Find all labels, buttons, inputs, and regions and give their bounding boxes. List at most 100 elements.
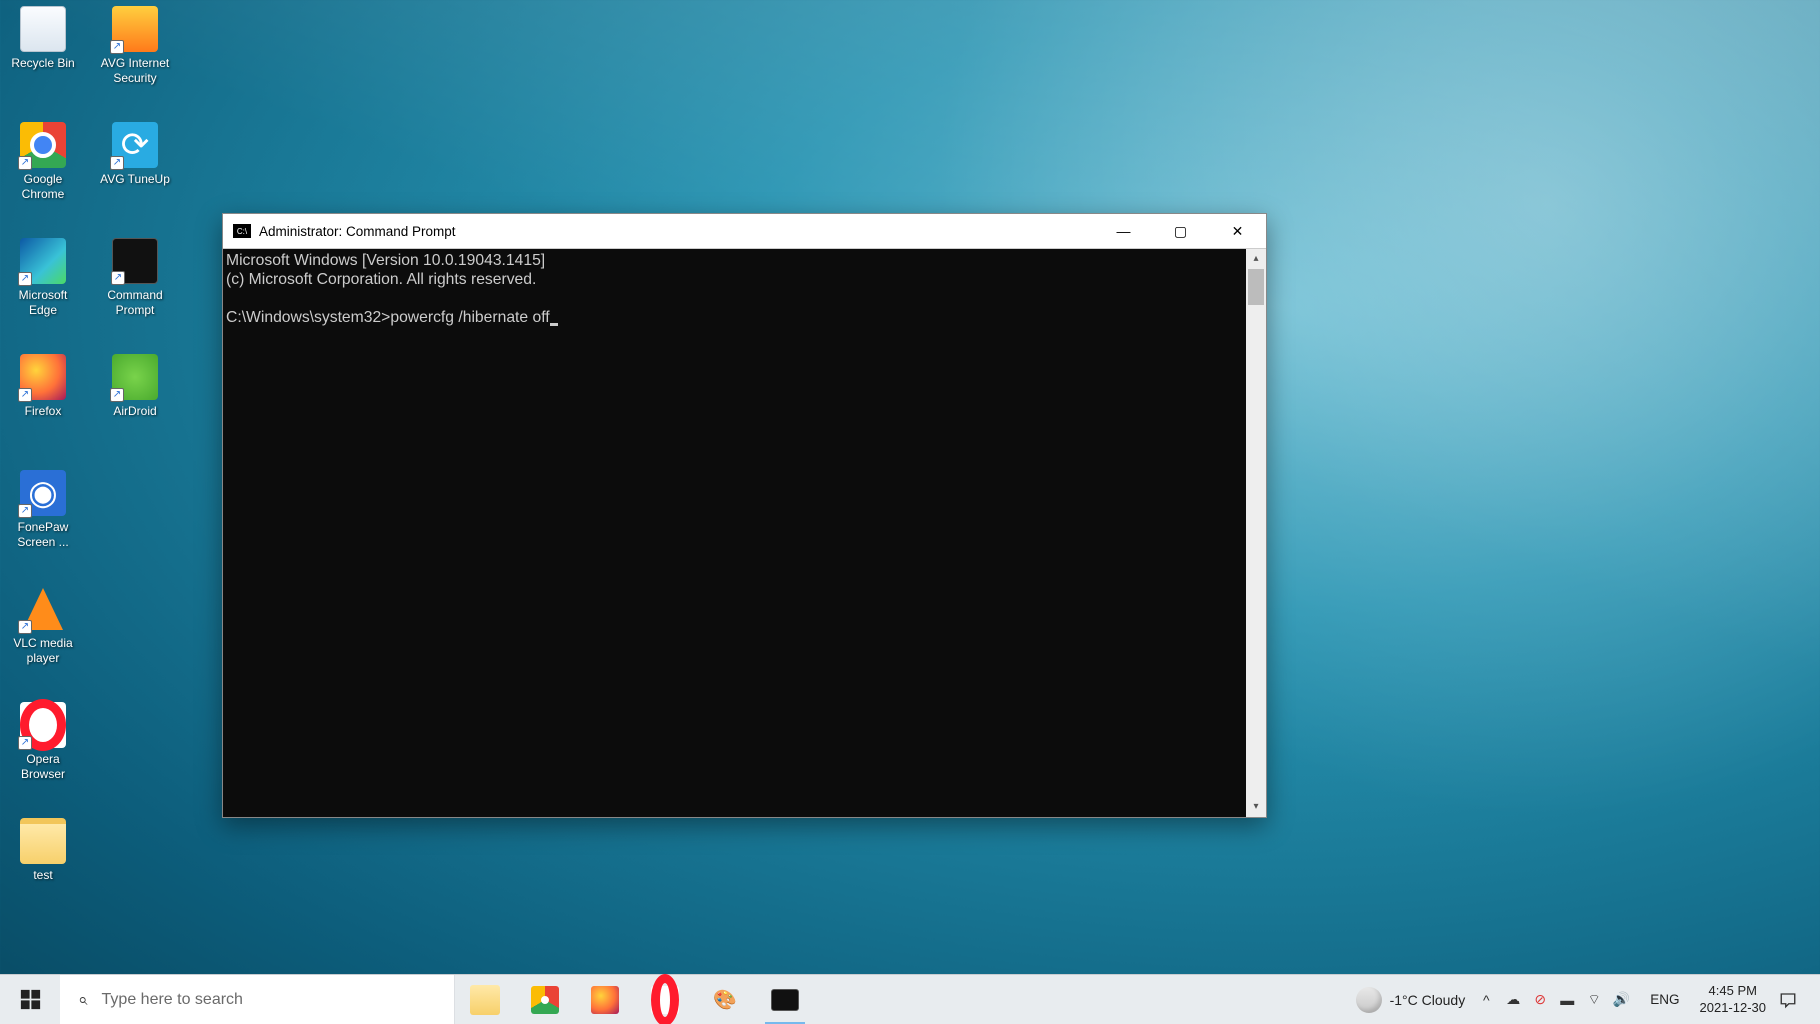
- terminal-command: powercfg /hibernate off: [390, 309, 549, 326]
- notification-icon: [1779, 991, 1797, 1009]
- cmd-icon: ↗: [112, 238, 158, 284]
- weather-cloud-icon: [1356, 987, 1382, 1013]
- taskbar-pinned-apps: 🎨: [455, 975, 815, 1024]
- icon-label: Firefox: [4, 404, 82, 419]
- tray-wifi-icon[interactable]: ⌔: [1585, 991, 1603, 1009]
- opera-icon: ↗: [20, 702, 66, 748]
- shortcut-overlay-icon: ↗: [110, 156, 124, 170]
- tray-onedrive-icon[interactable]: ☁: [1504, 991, 1522, 1009]
- terminal-line: Microsoft Windows [Version 10.0.19043.14…: [226, 252, 545, 269]
- desktop-icon-microsoft-edge[interactable]: ↗ Microsoft Edge: [6, 238, 80, 318]
- tuneup-icon: ⟳↗: [112, 122, 158, 168]
- shortcut-overlay-icon: ↗: [18, 388, 32, 402]
- taskbar-item-paint[interactable]: 🎨: [695, 975, 755, 1024]
- vertical-scrollbar[interactable]: ▴ ▾: [1246, 249, 1266, 817]
- shortcut-overlay-icon: ↗: [110, 388, 124, 402]
- window-titlebar[interactable]: C:\ Administrator: Command Prompt — ▢ ✕: [223, 214, 1266, 249]
- clock-time: 4:45 PM: [1700, 983, 1767, 999]
- icon-label: Microsoft Edge: [4, 288, 82, 318]
- desktop-icon-test-folder[interactable]: test: [6, 818, 80, 883]
- desktop-icon-avg-internet-security[interactable]: ↗ AVG Internet Security: [98, 6, 172, 86]
- windows-logo-icon: [20, 989, 41, 1010]
- desktop-icon-avg-tuneup[interactable]: ⟳↗ AVG TuneUp: [98, 122, 172, 187]
- paint-icon: 🎨: [710, 985, 740, 1015]
- maximize-button[interactable]: ▢: [1152, 214, 1209, 248]
- taskbar-item-opera[interactable]: [635, 975, 695, 1024]
- scroll-down-icon[interactable]: ▾: [1246, 797, 1266, 817]
- clock-date: 2021-12-30: [1700, 1000, 1767, 1016]
- icon-label: test: [4, 868, 82, 883]
- desktop-icon-vlc[interactable]: ↗ VLC media player: [6, 586, 80, 666]
- tray-security-icon[interactable]: ⊘: [1531, 991, 1549, 1009]
- firefox-icon: [591, 986, 619, 1014]
- folder-icon: [20, 818, 66, 864]
- shortcut-overlay-icon: ↗: [18, 620, 32, 634]
- shortcut-overlay-icon: ↗: [111, 271, 125, 285]
- taskbar-item-file-explorer[interactable]: [455, 975, 515, 1024]
- icon-label: Opera Browser: [4, 752, 82, 782]
- desktop-icon-airdroid[interactable]: ↗ AirDroid: [98, 354, 172, 419]
- desktop-icon-command-prompt[interactable]: ↗ Command Prompt: [98, 238, 172, 318]
- shortcut-overlay-icon: ↗: [18, 272, 32, 286]
- taskbar-spacer: [815, 975, 1356, 1024]
- terminal-text[interactable]: Microsoft Windows [Version 10.0.19043.14…: [223, 249, 1246, 817]
- icon-label: Google Chrome: [4, 172, 82, 202]
- weather-text: -1°C Cloudy: [1390, 992, 1466, 1008]
- desktop-icon-google-chrome[interactable]: ↗ Google Chrome: [6, 122, 80, 202]
- icon-label: AirDroid: [96, 404, 174, 419]
- shortcut-overlay-icon: ↗: [18, 736, 32, 750]
- edge-icon: ↗: [20, 238, 66, 284]
- taskbar-item-chrome[interactable]: [515, 975, 575, 1024]
- taskbar-clock[interactable]: 4:45 PM 2021-12-30: [1700, 983, 1767, 1016]
- tray-volume-icon[interactable]: 🔊: [1612, 991, 1630, 1009]
- firefox-icon: ↗: [20, 354, 66, 400]
- icon-label: Command Prompt: [96, 288, 174, 318]
- desktop-icon-recycle-bin[interactable]: Recycle Bin: [6, 6, 80, 71]
- cmd-icon: [771, 989, 799, 1011]
- icon-label: VLC media player: [4, 636, 82, 666]
- icon-label: Recycle Bin: [4, 56, 82, 71]
- action-center-button[interactable]: [1776, 991, 1800, 1009]
- minimize-button[interactable]: —: [1095, 214, 1152, 248]
- taskbar-item-command-prompt[interactable]: [755, 975, 815, 1024]
- language-indicator[interactable]: ENG: [1650, 992, 1679, 1007]
- icon-label: FonePaw Screen ...: [4, 520, 82, 550]
- scroll-up-icon[interactable]: ▴: [1246, 249, 1266, 269]
- cmd-titlebar-icon: C:\: [233, 224, 251, 238]
- desktop-icon-firefox[interactable]: ↗ Firefox: [6, 354, 80, 419]
- terminal-cursor: [550, 323, 558, 326]
- terminal-line: (c) Microsoft Corporation. All rights re…: [226, 271, 536, 288]
- search-placeholder: Type here to search: [102, 991, 243, 1009]
- tray-battery-icon[interactable]: ▬: [1558, 991, 1576, 1009]
- terminal-body[interactable]: Microsoft Windows [Version 10.0.19043.14…: [223, 249, 1266, 817]
- avg-icon: ↗: [112, 6, 158, 52]
- chrome-icon: [531, 986, 559, 1014]
- opera-icon: [651, 986, 679, 1014]
- start-button[interactable]: [0, 975, 60, 1024]
- scrollbar-thumb[interactable]: [1248, 269, 1264, 305]
- scrollbar-track[interactable]: [1246, 269, 1266, 797]
- command-prompt-window[interactable]: C:\ Administrator: Command Prompt — ▢ ✕ …: [222, 213, 1267, 818]
- desktop[interactable]: Recycle Bin ↗ Google Chrome ↗ Microsoft …: [0, 0, 1820, 984]
- search-box[interactable]: ⌕ Type here to search: [60, 975, 455, 1024]
- taskbar: ⌕ Type here to search 🎨 -1°C Cloudy ^ ☁ …: [0, 974, 1820, 1024]
- chrome-icon: ↗: [20, 122, 66, 168]
- airdroid-icon: ↗: [112, 354, 158, 400]
- close-button[interactable]: ✕: [1209, 214, 1266, 248]
- weather-widget[interactable]: -1°C Cloudy: [1356, 987, 1466, 1013]
- shortcut-overlay-icon: ↗: [110, 40, 124, 54]
- search-icon: ⌕: [78, 990, 88, 1010]
- system-tray: -1°C Cloudy ^ ☁ ⊘ ▬ ⌔ 🔊 ENG 4:45 PM 2021…: [1356, 975, 1820, 1024]
- terminal-prompt: C:\Windows\system32>: [226, 309, 390, 326]
- recycle-bin-icon: [20, 6, 66, 52]
- fonepaw-icon: ◉↗: [20, 470, 66, 516]
- desktop-icon-fonepaw[interactable]: ◉↗ FonePaw Screen ...: [6, 470, 80, 550]
- vlc-icon: ↗: [20, 586, 66, 632]
- shortcut-overlay-icon: ↗: [18, 156, 32, 170]
- icon-label: AVG TuneUp: [96, 172, 174, 187]
- file-explorer-icon: [470, 985, 500, 1015]
- tray-overflow-icon[interactable]: ^: [1477, 991, 1495, 1009]
- shortcut-overlay-icon: ↗: [18, 504, 32, 518]
- taskbar-item-firefox[interactable]: [575, 975, 635, 1024]
- desktop-icon-opera[interactable]: ↗ Opera Browser: [6, 702, 80, 782]
